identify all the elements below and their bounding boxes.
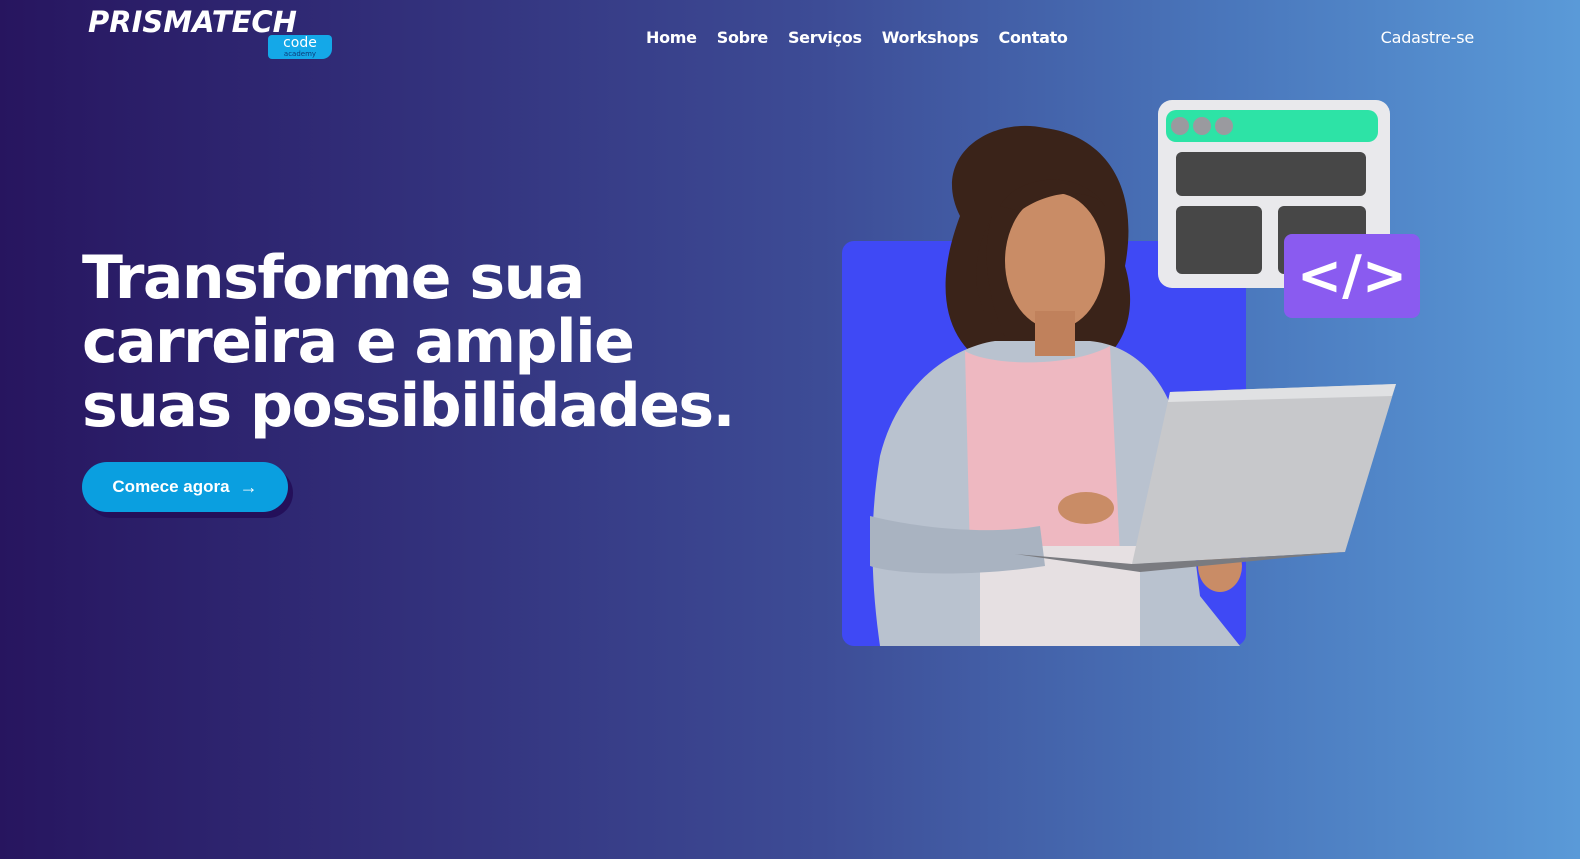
hero-title-line-1: Transforme sua bbox=[82, 243, 585, 313]
hero-title-line-3: suas possibilidades. bbox=[82, 371, 735, 441]
signup-link[interactable]: Cadastre-se bbox=[1381, 26, 1475, 50]
nav-item-servicos[interactable]: Serviços bbox=[788, 26, 862, 50]
code-icon: </> bbox=[1284, 234, 1420, 318]
arrow-right-icon: → bbox=[239, 477, 258, 497]
logo-badge-code: code bbox=[283, 35, 317, 51]
logo[interactable]: PRISMATECH code academy bbox=[88, 6, 338, 64]
hero-title-line-2: carreira e amplie bbox=[82, 307, 635, 377]
nav-item-sobre[interactable]: Sobre bbox=[717, 26, 769, 50]
logo-wordmark: PRISMATECH bbox=[88, 5, 297, 39]
start-now-button[interactable]: Comece agora → bbox=[82, 462, 288, 512]
logo-badge: code academy bbox=[268, 35, 332, 59]
hero-illustration: </> bbox=[842, 100, 1420, 646]
nav-item-home[interactable]: Home bbox=[646, 26, 697, 50]
hero-title: Transforme sua carreira e amplie suas po… bbox=[82, 246, 802, 438]
cta-wrapper: Comece agora → bbox=[82, 462, 293, 518]
start-now-label: Comece agora bbox=[112, 477, 230, 496]
nav-item-contato[interactable]: Contato bbox=[999, 26, 1068, 50]
nav-item-workshops[interactable]: Workshops bbox=[882, 26, 979, 50]
main-nav: Home Sobre Serviços Workshops Contato bbox=[646, 26, 1088, 50]
logo-badge-academy: academy bbox=[283, 50, 317, 58]
code-symbol: </> bbox=[1297, 244, 1407, 307]
